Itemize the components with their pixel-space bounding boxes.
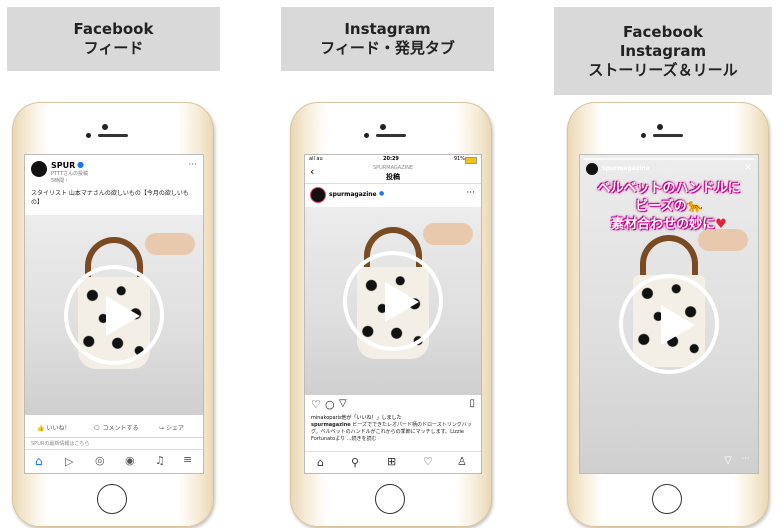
- phone-sensor: [86, 133, 91, 138]
- status-battery: 91%: [453, 156, 465, 162]
- phone-speaker: [376, 134, 406, 137]
- hand-image: [423, 223, 473, 245]
- status-time: 20:29: [383, 156, 399, 162]
- close-icon[interactable]: ×: [744, 162, 752, 173]
- divider: [305, 183, 481, 184]
- phone-facebook-feed: SPUR ● PTTTさんの投稿 5時間・ ··· スタイリスト 山本マナさんの…: [12, 102, 214, 527]
- play-icon[interactable]: [343, 251, 443, 351]
- bell-icon[interactable]: ♫: [155, 454, 165, 467]
- home-button[interactable]: [652, 484, 682, 514]
- hand-image: [698, 229, 748, 251]
- account-avatar[interactable]: [586, 163, 598, 175]
- label-line: Facebook: [623, 22, 703, 41]
- bottom-nav: ⌂ ▷ ◎ ◉ ♫ ≡: [25, 449, 203, 472]
- label-line: ストーリーズ＆リール: [588, 60, 738, 79]
- like-label: いいね！: [46, 425, 71, 432]
- share-icon: ↪: [159, 425, 165, 432]
- more-options-icon[interactable]: ···: [188, 160, 197, 170]
- comment-icon: 🗨: [93, 425, 101, 432]
- post-time: 5時間・: [51, 178, 70, 184]
- account-name[interactable]: spurmagazine: [602, 165, 650, 172]
- story-text-line-2: ビーズの🐆: [580, 195, 758, 214]
- play-icon[interactable]: [64, 265, 164, 365]
- verified-icon: ●: [379, 190, 385, 197]
- heart-icon[interactable]: ♡: [423, 455, 433, 468]
- search-icon[interactable]: ⚲: [351, 456, 359, 469]
- verified-icon: ●: [77, 160, 84, 169]
- share-button[interactable]: ↪ シェア: [159, 423, 184, 432]
- thumbs-up-icon: 👍: [37, 425, 45, 432]
- bookmark-icon[interactable]: ▯: [469, 398, 475, 409]
- account-name[interactable]: spurmagazine: [329, 191, 377, 198]
- bottom-nav: ⌂ ⚲ ⊞ ♡ ♙: [305, 451, 481, 473]
- comment-icon[interactable]: ○: [325, 398, 335, 411]
- heart-icon[interactable]: ♡: [311, 398, 321, 411]
- story-text-line-3-text: 素材合わせの妙に: [611, 217, 716, 232]
- story-screen: spurmagazine 23時間 × ベルベットのハンドルに ビーズの🐆 素材…: [579, 154, 759, 474]
- phone-stories-reels: spurmagazine 23時間 × ベルベットのハンドルに ビーズの🐆 素材…: [567, 102, 769, 527]
- next-post-preview: SPURの最新情報はこちら: [31, 441, 90, 447]
- leopard-icon: 🐆: [686, 199, 703, 214]
- label-stories-reels: Facebook Instagram ストーリーズ＆リール: [554, 7, 772, 95]
- page-avatar[interactable]: [31, 161, 47, 177]
- post-video[interactable]: [25, 215, 203, 415]
- phone-camera: [657, 124, 663, 130]
- share-label: シェア: [165, 425, 184, 432]
- profile-icon[interactable]: ♙: [457, 455, 467, 468]
- label-line: フィード・発見タブ: [320, 39, 455, 57]
- label-line: Facebook: [73, 20, 154, 38]
- battery-icon: [465, 157, 477, 164]
- add-icon[interactable]: ⊞: [387, 455, 396, 468]
- divider: [25, 437, 203, 438]
- phone-sensor: [364, 133, 369, 138]
- story-time: 23時間: [654, 167, 674, 174]
- post-video[interactable]: [305, 207, 481, 395]
- like-button[interactable]: 👍 いいね！: [37, 423, 70, 432]
- menu-icon[interactable]: ≡: [183, 453, 192, 466]
- page-subtitle: PTTTさんの投稿: [51, 171, 89, 177]
- comment-label: コメントする: [102, 425, 139, 432]
- story-text-line-1: ベルベットのハンドルに: [597, 181, 741, 196]
- phone-camera: [102, 124, 108, 130]
- comment-button[interactable]: 🗨 コメントする: [93, 423, 139, 432]
- status-carrier: all au: [309, 156, 323, 162]
- post-caption: スタイリスト 山本マナさんの欲しいもの【今月の欲しいも の】: [31, 190, 189, 206]
- home-button[interactable]: [97, 484, 127, 514]
- phone-instagram-feed: all au 20:29 91% ‹ SPURMAGAZINE 投稿 spurm…: [290, 102, 492, 527]
- home-icon[interactable]: ⌂: [35, 454, 43, 468]
- label-line: Instagram: [344, 20, 431, 38]
- phone-sensor: [641, 133, 646, 138]
- play-icon[interactable]: [619, 274, 719, 374]
- send-icon[interactable]: ▽: [724, 455, 732, 466]
- groups-icon[interactable]: ◉: [125, 454, 135, 467]
- phone-camera: [380, 124, 386, 130]
- label-line: Instagram: [619, 41, 707, 60]
- label-instagram-feed: Instagram フィード・発見タブ: [281, 7, 494, 71]
- page-name[interactable]: SPUR: [51, 161, 75, 170]
- more-options-icon[interactable]: ···: [741, 454, 750, 464]
- profile-icon[interactable]: ◎: [95, 454, 105, 467]
- send-icon[interactable]: ▽: [339, 398, 347, 409]
- label-line: フィード: [83, 39, 144, 57]
- caption-user[interactable]: spurmagazine: [311, 422, 351, 428]
- home-icon[interactable]: ⌂: [317, 456, 324, 469]
- label-facebook-feed: Facebook フィード: [7, 7, 220, 71]
- story-progress-bar: [584, 158, 754, 160]
- facebook-screen: SPUR ● PTTTさんの投稿 5時間・ ··· スタイリスト 山本マナさんの…: [24, 154, 204, 474]
- story-text-line-2-text: ビーズの: [635, 199, 687, 214]
- phone-speaker: [653, 134, 683, 137]
- post-caption: spurmagazine ビーズでできたレオパード柄のドローストリングバッグ。ベ…: [311, 422, 477, 443]
- more-options-icon[interactable]: ···: [466, 188, 475, 198]
- video-icon[interactable]: ▷: [65, 455, 73, 468]
- liked-by: minakoparis他が「いいね！」しました: [311, 415, 402, 421]
- account-avatar[interactable]: [311, 188, 325, 202]
- phone-speaker: [98, 134, 128, 137]
- hand-image: [145, 233, 195, 255]
- instagram-screen: all au 20:29 91% ‹ SPURMAGAZINE 投稿 spurm…: [304, 154, 482, 474]
- home-button[interactable]: [375, 484, 405, 514]
- header-title: 投稿: [386, 173, 400, 181]
- header-subtitle: SPURMAGAZINE: [372, 165, 414, 171]
